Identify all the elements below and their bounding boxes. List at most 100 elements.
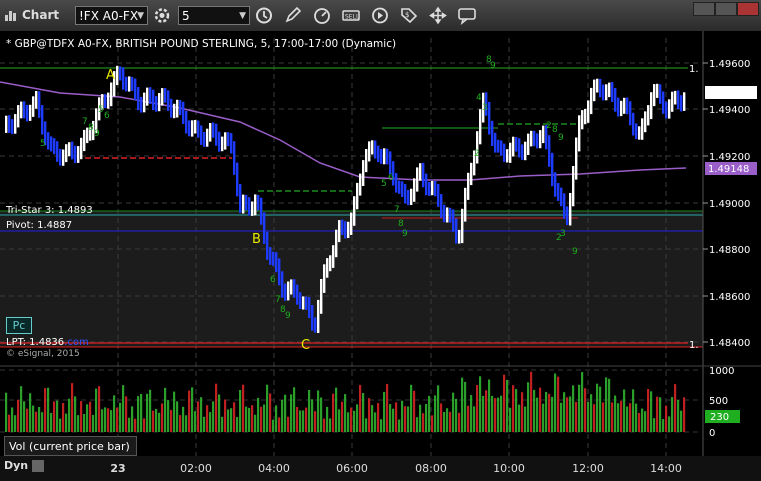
price-bar bbox=[29, 104, 32, 121]
maximize-button[interactable] bbox=[715, 2, 737, 16]
price-tick-label: 1.49400 bbox=[709, 105, 750, 116]
volume-legend[interactable]: Vol (current price bar) bbox=[4, 436, 137, 456]
minimize-button[interactable] bbox=[693, 2, 715, 16]
volume-bar bbox=[335, 387, 338, 432]
pencil-icon[interactable] bbox=[282, 5, 304, 26]
volume-bar bbox=[479, 376, 482, 432]
symbol-input[interactable]: !FX A0-FX ▼ bbox=[75, 6, 148, 25]
interval-input[interactable]: 5 ▼ bbox=[178, 6, 250, 25]
price-bar bbox=[617, 97, 620, 117]
volume-bar bbox=[563, 392, 566, 432]
price-bar bbox=[53, 138, 56, 155]
price-bar bbox=[593, 79, 596, 102]
volume-bar bbox=[23, 401, 26, 432]
price-bar bbox=[80, 137, 83, 160]
volume-bar bbox=[368, 398, 371, 432]
volume-bar bbox=[296, 407, 299, 432]
volume-bar bbox=[347, 412, 350, 432]
price-bar bbox=[383, 148, 386, 165]
volume-bar bbox=[518, 404, 521, 432]
price-bar bbox=[560, 187, 563, 207]
volume-bar bbox=[545, 391, 548, 432]
volume-bar bbox=[146, 393, 149, 432]
volume-bar bbox=[47, 387, 50, 432]
volume-bar bbox=[215, 383, 218, 432]
price-bar bbox=[467, 172, 470, 200]
price-bar bbox=[221, 136, 224, 152]
volume-bar bbox=[674, 384, 677, 432]
volume-bar bbox=[569, 396, 572, 432]
dynamic-mode-label[interactable]: Dyn bbox=[4, 459, 44, 472]
volume-bar bbox=[344, 394, 347, 432]
price-bar bbox=[176, 99, 179, 118]
volume-bar bbox=[440, 403, 443, 432]
gauge-icon[interactable] bbox=[311, 5, 333, 26]
volume-bar bbox=[329, 418, 332, 432]
volume-bar bbox=[377, 403, 380, 432]
price-bar bbox=[257, 194, 260, 211]
price-bar bbox=[596, 78, 599, 93]
price-bar bbox=[425, 173, 428, 196]
price-bar bbox=[359, 173, 362, 196]
price-bar bbox=[74, 145, 77, 164]
pc-button[interactable]: Pc bbox=[6, 317, 32, 334]
time-tick-label: 23 bbox=[110, 462, 125, 475]
close-button[interactable] bbox=[737, 2, 759, 16]
volume-bar bbox=[308, 390, 311, 432]
volume-bar bbox=[233, 402, 236, 432]
volume-bar bbox=[536, 397, 539, 432]
price-chart[interactable]: A B C 89567895678923456789 3292 89 1.49600… bbox=[0, 31, 761, 481]
volume-bar bbox=[359, 384, 362, 432]
time-tick-label: 08:00 bbox=[415, 462, 447, 475]
price-bar bbox=[623, 97, 626, 114]
volume-bar bbox=[101, 409, 104, 432]
volume-bar bbox=[170, 409, 173, 432]
lock-icon[interactable] bbox=[31, 460, 44, 472]
price-bar bbox=[638, 126, 641, 140]
play-icon[interactable] bbox=[369, 5, 391, 26]
price-bar bbox=[434, 181, 437, 197]
price-bar bbox=[188, 120, 191, 137]
price-bar bbox=[197, 120, 200, 138]
sell-icon[interactable]: SELL bbox=[340, 5, 362, 26]
volume-bar bbox=[491, 395, 494, 432]
message-icon[interactable] bbox=[456, 5, 478, 26]
price-bar bbox=[611, 82, 614, 102]
sequence-count: 9 bbox=[285, 311, 291, 321]
tag-icon[interactable]: $ bbox=[398, 5, 420, 26]
volume-bar bbox=[590, 394, 593, 432]
volume-bar bbox=[212, 401, 215, 432]
point-label-c: C bbox=[301, 338, 310, 353]
price-bar bbox=[497, 139, 500, 153]
move-icon[interactable] bbox=[427, 5, 449, 26]
volume-bar bbox=[125, 396, 128, 432]
window-title: Chart bbox=[22, 8, 60, 22]
price-bar bbox=[644, 111, 647, 133]
settings-icon[interactable] bbox=[151, 5, 173, 26]
price-bar bbox=[182, 101, 185, 124]
price-bar bbox=[302, 296, 305, 310]
volume-bar bbox=[56, 400, 59, 432]
price-bar bbox=[524, 141, 527, 161]
volume-bar bbox=[110, 410, 113, 432]
time-icon[interactable] bbox=[253, 5, 275, 26]
price-bar bbox=[131, 76, 134, 91]
volume-bar bbox=[560, 402, 563, 432]
price-bar bbox=[527, 133, 530, 155]
time-tick-label: 10:00 bbox=[493, 462, 525, 475]
price-bar bbox=[260, 197, 263, 225]
interval-dropdown-icon[interactable]: ▼ bbox=[239, 7, 246, 26]
volume-bar bbox=[683, 397, 686, 432]
volume-bar bbox=[404, 406, 407, 432]
volume-bar bbox=[626, 406, 629, 432]
price-bar bbox=[20, 101, 23, 119]
price-bar bbox=[191, 120, 194, 137]
symbol-dropdown-icon[interactable]: ▼ bbox=[137, 7, 144, 26]
price-bar bbox=[440, 194, 443, 218]
volume-tick-label: 500 bbox=[709, 396, 728, 407]
volume-bar bbox=[5, 392, 8, 432]
price-bar bbox=[386, 148, 389, 165]
symbol-value: !FX A0-FX bbox=[79, 9, 139, 23]
sequence-count: 5 bbox=[40, 139, 46, 149]
volume-bar bbox=[371, 405, 374, 432]
